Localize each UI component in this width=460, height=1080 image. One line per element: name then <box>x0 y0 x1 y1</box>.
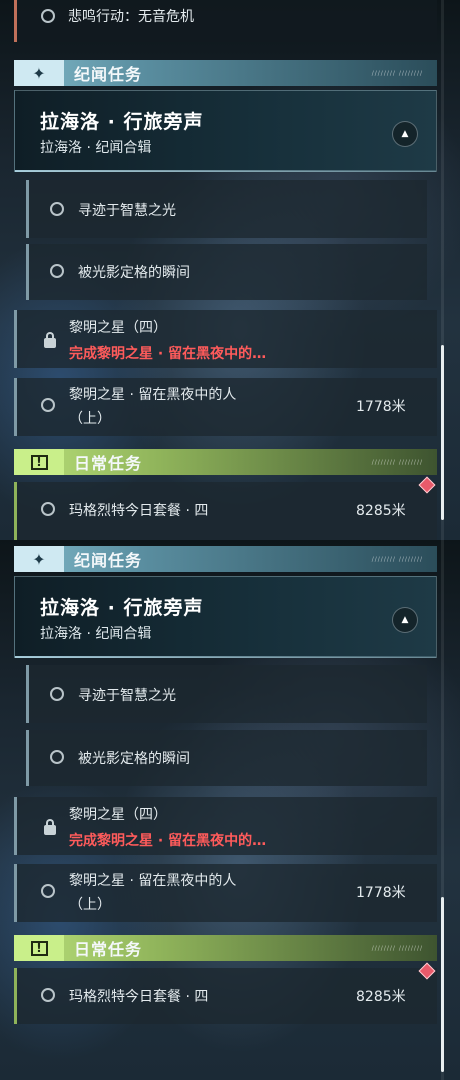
quest-item-daily[interactable]: 玛格烈特今日套餐 · 四 8285米 <box>14 968 437 1024</box>
quest-label: 被光影定格的瞬间 <box>78 751 190 767</box>
quest-accent-bar <box>26 665 29 723</box>
scrollbar-thumb[interactable] <box>441 345 444 520</box>
quest-label: 悲鸣行动：无音危机 <box>68 9 194 25</box>
circle-icon <box>50 750 64 764</box>
section-title: 纪闻任务 <box>74 551 143 570</box>
section-header-daily[interactable]: ! 日常任务 //////// //////// <box>14 935 437 961</box>
section-header-story[interactable]: ✦ 纪闻任务 //////// //////// <box>14 546 437 572</box>
quest-label: 黎明之星 · 留在黑夜中的人 <box>69 387 237 403</box>
quest-accent-bar <box>14 310 17 368</box>
quest-distance: 1778米 <box>356 885 406 901</box>
lock-icon <box>44 819 56 835</box>
quest-accent-bar <box>14 864 17 922</box>
quest-distance: 8285米 <box>356 989 406 1005</box>
banner-subtitle: 拉海洛 · 纪闻合辑 <box>40 626 152 642</box>
quest-label: 寻迹于智慧之光 <box>78 688 176 704</box>
section-deco-text: //////// //////// <box>371 944 423 952</box>
quest-item[interactable]: 黎明之星 · 留在黑夜中的人 （上） 1778米 <box>14 378 437 436</box>
circle-icon <box>41 502 55 516</box>
section-deco-text: //////// //////// <box>371 69 423 77</box>
quest-label-line2: （上） <box>69 411 111 427</box>
quest-chain-banner[interactable]: 拉海洛 · 行旅旁声 拉海洛 · 纪闻合辑 ▲ <box>14 90 437 172</box>
quest-item-locked[interactable]: 黎明之星（四） 完成黎明之星 · 留在黑夜中的… <box>14 797 437 855</box>
quest-item[interactable]: 寻迹于智慧之光 <box>26 180 427 238</box>
section-deco-text: //////// //////// <box>371 458 423 466</box>
quest-label: 黎明之星（四） <box>69 807 167 823</box>
section-title: 日常任务 <box>74 940 143 959</box>
circle-icon <box>41 9 55 23</box>
circle-icon <box>50 687 64 701</box>
quest-accent-bar <box>26 180 29 238</box>
section-title: 日常任务 <box>74 454 143 473</box>
quest-item[interactable]: 黎明之星 · 留在黑夜中的人 （上） 1778米 <box>14 864 437 922</box>
exclamation-flag-icon: ! <box>14 935 64 961</box>
quest-accent-bar <box>14 797 17 855</box>
chevron-up-icon[interactable]: ▲ <box>392 121 418 147</box>
section-header-daily[interactable]: ! 日常任务 //////// //////// <box>14 449 437 475</box>
exclamation-flag-icon: ! <box>14 449 64 475</box>
section-header-story[interactable]: ✦ 纪闻任务 //////// //////// <box>14 60 437 86</box>
quest-item[interactable]: 被光影定格的瞬间 <box>26 244 427 300</box>
quest-panel-top: 悲鸣行动：无音危机 ✦ 纪闻任务 //////// //////// 拉海洛 ·… <box>0 0 460 540</box>
quest-panel-bottom: ✦ 纪闻任务 //////// //////// 拉海洛 · 行旅旁声 拉海洛 … <box>0 540 460 1080</box>
circle-icon <box>41 884 55 898</box>
quest-item-daily[interactable]: 玛格烈特今日套餐 · 四 8285米 <box>14 482 437 540</box>
quest-chain-banner[interactable]: 拉海洛 · 行旅旁声 拉海洛 · 纪闻合辑 ▲ <box>14 576 437 658</box>
section-title: 纪闻任务 <box>74 65 143 84</box>
quest-accent-bar <box>14 968 17 1024</box>
banner-title: 拉海洛 · 行旅旁声 <box>40 111 204 133</box>
quest-accent-bar <box>26 244 29 300</box>
quest-accent-bar <box>14 0 17 42</box>
quest-label: 黎明之星（四） <box>69 320 167 336</box>
circle-icon <box>41 398 55 412</box>
quest-label: 玛格烈特今日套餐 · 四 <box>69 989 209 1005</box>
quest-distance: 8285米 <box>356 503 406 519</box>
quest-accent-bar <box>26 730 29 786</box>
quest-distance: 1778米 <box>356 399 406 415</box>
quest-item-partial[interactable]: 悲鸣行动：无音危机 <box>14 0 437 42</box>
quest-label: 寻迹于智慧之光 <box>78 203 176 219</box>
section-deco-text: //////// //////// <box>371 555 423 563</box>
quest-item-locked[interactable]: 黎明之星（四） 完成黎明之星 · 留在黑夜中的… <box>14 310 437 368</box>
quest-label: 黎明之星 · 留在黑夜中的人 <box>69 873 237 889</box>
circle-icon <box>41 988 55 1002</box>
banner-underline <box>15 170 436 172</box>
quest-label-line2: （上） <box>69 897 111 913</box>
banner-subtitle: 拉海洛 · 纪闻合辑 <box>40 140 152 156</box>
lock-icon <box>44 332 56 348</box>
quest-accent-bar <box>14 378 17 436</box>
scrollbar-thumb[interactable] <box>441 897 444 1072</box>
quest-accent-bar <box>14 482 17 540</box>
chevron-up-icon[interactable]: ▲ <box>392 607 418 633</box>
banner-title: 拉海洛 · 行旅旁声 <box>40 597 204 619</box>
sparkle-icon: ✦ <box>14 60 64 86</box>
quest-item[interactable]: 寻迹于智慧之光 <box>26 665 427 723</box>
quest-item[interactable]: 被光影定格的瞬间 <box>26 730 427 786</box>
quest-requirement: 完成黎明之星 · 留在黑夜中的… <box>69 346 267 362</box>
quest-requirement: 完成黎明之星 · 留在黑夜中的… <box>69 833 267 849</box>
banner-underline <box>15 656 436 658</box>
circle-icon <box>50 264 64 278</box>
sparkle-icon: ✦ <box>14 546 64 572</box>
circle-icon <box>50 202 64 216</box>
quest-label: 玛格烈特今日套餐 · 四 <box>69 503 209 519</box>
quest-label: 被光影定格的瞬间 <box>78 265 190 281</box>
